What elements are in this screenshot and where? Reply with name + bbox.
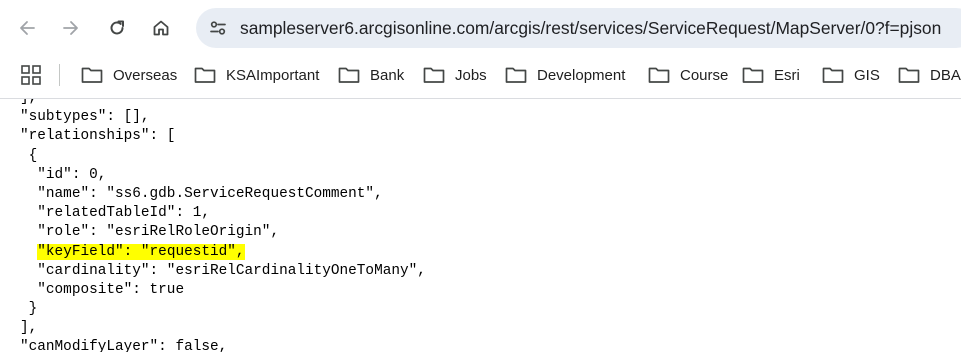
json-line: "name": "ss6.gdb.ServiceRequestComment", (20, 185, 383, 202)
back-arrow-icon[interactable] (11, 12, 43, 44)
json-line: "id": 0, (20, 166, 107, 183)
bookmark-label: KSAImportant (226, 66, 320, 84)
bookmark-label: Bank (370, 66, 405, 84)
json-line: "relatedTableId": 1, (20, 205, 210, 222)
bookmark-label: GIS (854, 66, 880, 84)
apps-grid-icon[interactable] (20, 64, 42, 86)
bookmark-label: Course (680, 66, 729, 84)
bookmark-folder-overseas[interactable]: Overseas (81, 61, 177, 89)
bookmark-label: DBA (930, 66, 961, 84)
bookmark-label: Jobs (455, 66, 487, 84)
bookmark-folder-dba[interactable]: DBA (898, 61, 961, 89)
bookmarks-bar: Overseas KSAImportant Bank Jobs Developm… (0, 56, 961, 98)
highlighted-keyfield-text: "keyField": "requestid", (37, 243, 245, 260)
json-line: ], (20, 99, 426, 108)
folder-icon (822, 67, 844, 83)
json-line: { (20, 147, 38, 164)
bookmark-label: Overseas (113, 66, 178, 84)
bookmark-folder-esri[interactable]: Esri (742, 61, 800, 89)
folder-icon (505, 67, 527, 83)
json-text: ], "subtypes": [], "relationships": [ { … (20, 99, 426, 352)
browser-toolbar: sampleserver6.arcgisonline.com/arcgis/re… (0, 0, 961, 56)
forward-arrow-icon[interactable] (55, 12, 87, 44)
folder-icon (81, 67, 103, 83)
site-info-tune-icon[interactable] (204, 14, 232, 42)
folder-icon (742, 67, 764, 83)
bookmark-label: Esri (774, 66, 800, 84)
reload-icon[interactable] (101, 12, 133, 44)
folder-icon (648, 67, 670, 83)
folder-icon (423, 67, 445, 83)
address-bar[interactable]: sampleserver6.arcgisonline.com/arcgis/re… (196, 8, 961, 48)
json-line: "subtypes": [], (20, 109, 150, 126)
json-line-highlighted: "keyField": "requestid", (20, 243, 426, 262)
folder-icon (194, 67, 216, 83)
bookmarks-separator (59, 64, 60, 86)
json-line: } (20, 301, 38, 318)
json-line: "relationships": [ (20, 128, 176, 145)
bookmark-folder-course[interactable]: Course (648, 61, 728, 89)
url-text[interactable]: sampleserver6.arcgisonline.com/arcgis/re… (240, 18, 941, 38)
json-line-indent (20, 244, 37, 260)
bookmark-folder-gis[interactable]: GIS (822, 61, 880, 89)
json-line: "cardinality": "esriRelCardinalityOneToM… (20, 262, 426, 279)
page-content: ], "subtypes": [], "relationships": [ { … (0, 99, 961, 352)
json-line: "composite": true (20, 281, 185, 298)
folder-icon (338, 67, 360, 83)
json-line: ], (20, 320, 38, 337)
home-icon[interactable] (145, 12, 177, 44)
bookmark-label: Development (537, 66, 626, 84)
bookmark-folder-bank[interactable]: Bank (338, 61, 404, 89)
bookmark-folder-ksaimportant[interactable]: KSAImportant (194, 61, 319, 89)
bookmark-folder-jobs[interactable]: Jobs (423, 61, 487, 89)
json-line: "canModifyLayer": false, (20, 339, 228, 352)
json-line: "role": "esriRelRoleOrigin", (20, 224, 280, 241)
folder-icon (898, 67, 920, 83)
bookmark-folder-development[interactable]: Development (505, 61, 625, 89)
